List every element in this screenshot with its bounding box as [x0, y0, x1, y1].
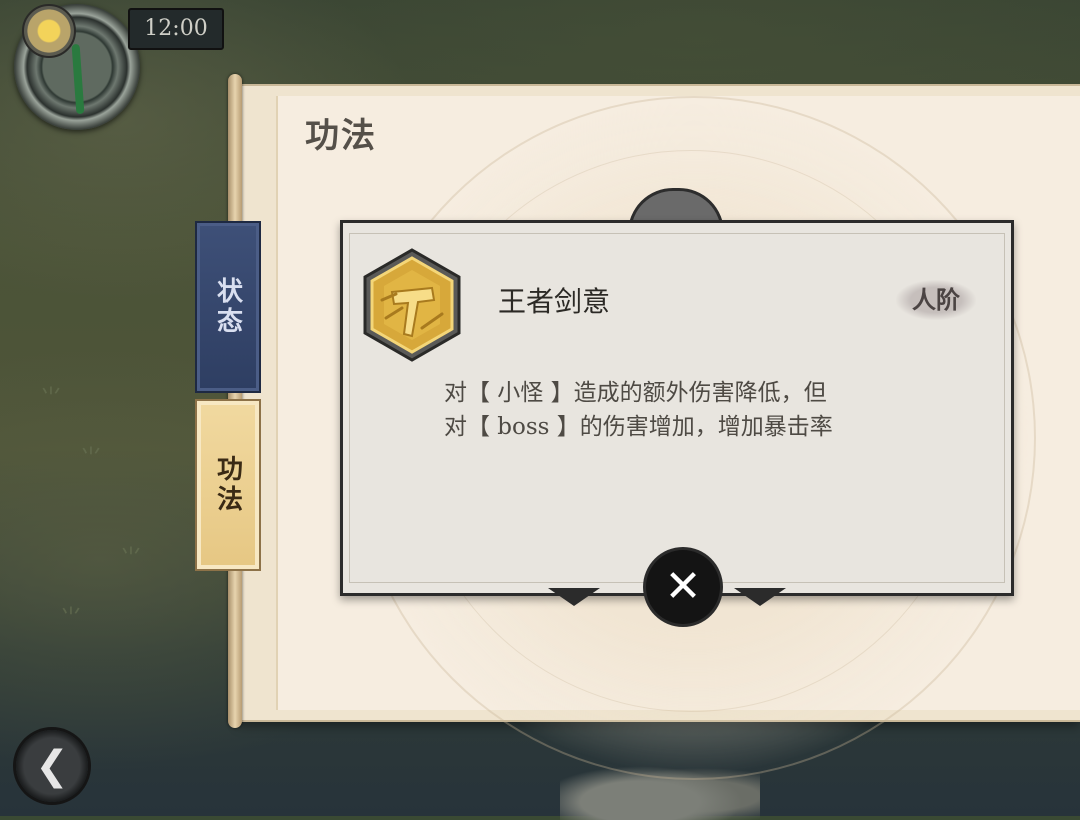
close-button[interactable]: ✕	[646, 550, 720, 624]
popup-corner-decor	[734, 588, 786, 606]
grass-decoration: ⺌	[80, 446, 103, 471]
skill-description: 对【 小怪 】造成的额外伤害降低，但 对【 boss 】的伤害增加，增加暴击率	[444, 376, 944, 444]
skill-description-line: 对【 小怪 】造成的额外伤害降低，但	[444, 380, 827, 406]
sun-icon	[22, 4, 76, 58]
tab-status[interactable]: 状态	[195, 221, 261, 393]
back-button[interactable]: ❮	[16, 730, 88, 802]
popup-corner-decor	[548, 588, 600, 606]
back-arrow-icon: ❮	[35, 743, 69, 789]
compass-needle	[71, 43, 85, 115]
tab-gongfa[interactable]: 功法	[195, 399, 261, 571]
grass-decoration: ⺌	[60, 606, 83, 631]
grass-decoration: ⺌	[40, 386, 63, 411]
grass-decoration: ⺌	[120, 546, 143, 571]
game-clock: 12:00	[128, 8, 224, 50]
skill-description-line: 对【 boss 】的伤害增加，增加暴击率	[444, 414, 833, 440]
hammer-skill-icon	[363, 248, 461, 362]
skill-name: 王者剑意	[498, 285, 611, 318]
panel-title: 功法	[305, 116, 377, 156]
skill-rank-badge: 人阶	[896, 280, 976, 320]
close-icon: ✕	[664, 561, 702, 612]
